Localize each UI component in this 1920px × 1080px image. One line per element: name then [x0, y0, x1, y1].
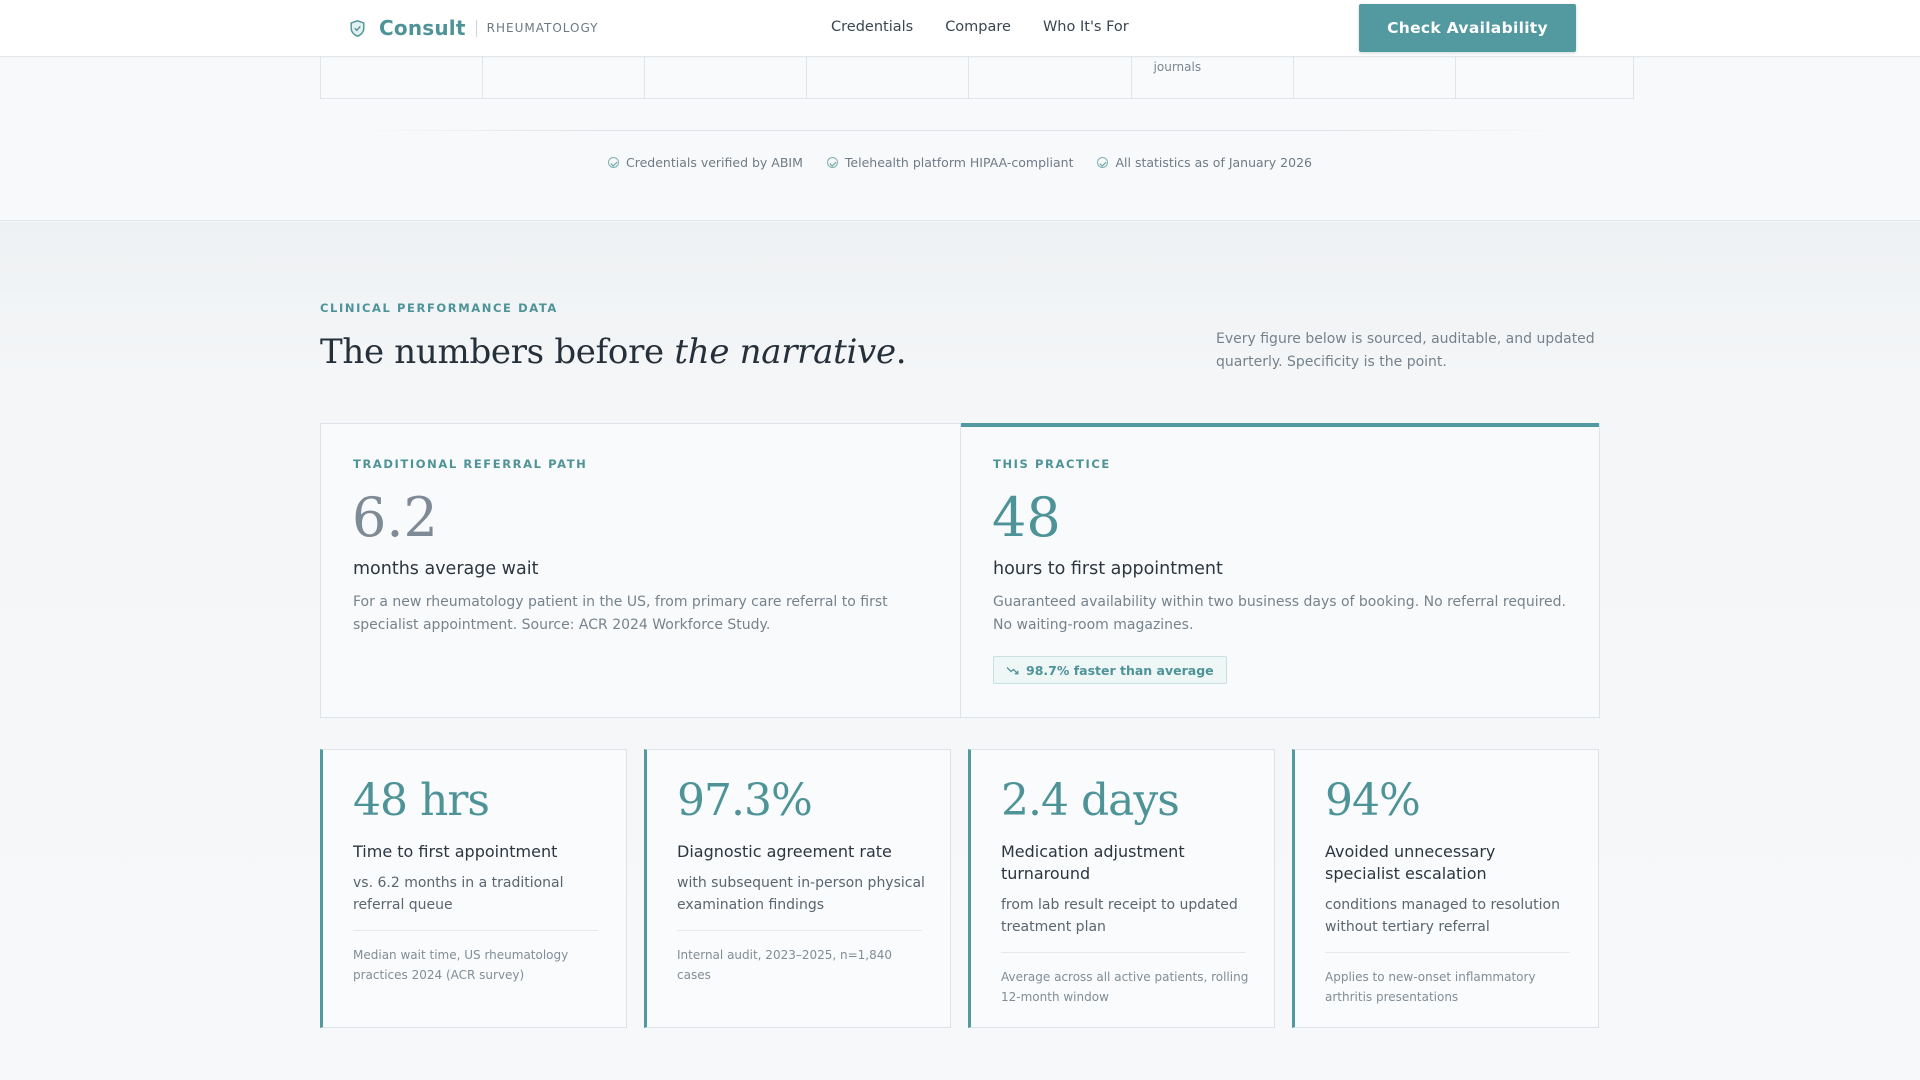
stat-title: Medication adjustment turnaround	[1001, 842, 1185, 883]
brand-name: Consult	[379, 16, 466, 40]
stat-card: 97.3% Diagnostic agreement rate with sub…	[644, 749, 951, 1028]
stat-footnote: Median wait time, US rheumatology practi…	[353, 948, 569, 982]
trend-down-icon	[1006, 666, 1019, 674]
shield-icon	[350, 19, 365, 37]
stat-value: 48 hrs	[353, 775, 490, 826]
practice-column: THIS PRACTICE 48 hours to first appointm…	[961, 423, 1599, 716]
stat-value: 94%	[1325, 775, 1421, 826]
comparison-panel: TRADITIONAL REFERRAL PATH 6.2 months ave…	[320, 423, 1600, 718]
practice-label: hours to first appointment	[993, 559, 1223, 579]
nav-link-compare[interactable]: Compare	[945, 19, 1011, 35]
stat-description: with subsequent in-person physical exami…	[677, 875, 925, 913]
check-circle-icon	[826, 157, 838, 168]
nav-links: Credentials Compare Who It's For	[831, 19, 1129, 35]
check-circle-icon	[608, 157, 619, 168]
column-eyebrow: THIS PRACTICE	[993, 457, 1111, 471]
brand-logo[interactable]: Consult RHEUMATOLOGY	[350, 14, 599, 42]
stat-card: 94% Avoided unnecessary specialist escal…	[1292, 749, 1599, 1028]
practice-description: Guaranteed availability within two busin…	[993, 594, 1566, 633]
trust-item-label: Credentials verified by ABIM	[626, 155, 803, 170]
stat-cards: 48 hrs Time to first appointment vs. 6.2…	[320, 749, 1600, 1028]
stat-title: Time to first appointment	[353, 842, 558, 861]
trust-item: All statistics as of January 2026	[1097, 155, 1312, 170]
section-title: The numbers before the narrative.	[320, 332, 907, 372]
trust-row: Credentials verified by ABIM Telehealth …	[0, 155, 1920, 170]
divider	[353, 930, 598, 931]
stat-description: vs. 6.2 months in a traditional referral…	[353, 875, 564, 913]
credential-cell-text: journals	[1153, 60, 1202, 74]
trust-item: Telehealth platform HIPAA-compliant	[826, 155, 1074, 170]
traditional-value: 6.2	[352, 486, 438, 549]
traditional-label: months average wait	[353, 559, 539, 579]
brand-subtitle: RHEUMATOLOGY	[486, 21, 599, 35]
section-eyebrow: CLINICAL PERFORMANCE DATA	[320, 301, 558, 315]
traditional-column: TRADITIONAL REFERRAL PATH 6.2 months ave…	[321, 424, 961, 717]
stat-card: 48 hrs Time to first appointment vs. 6.2…	[320, 749, 627, 1028]
stat-value: 97.3%	[677, 775, 813, 826]
stat-value: 2.4 days	[1001, 775, 1180, 826]
check-availability-button[interactable]: Check Availability	[1359, 4, 1576, 52]
brand-divider	[475, 19, 477, 37]
divider	[1001, 952, 1246, 953]
stat-title: Diagnostic agreement rate	[677, 842, 892, 861]
check-circle-icon	[1097, 157, 1109, 168]
divider	[1325, 952, 1570, 953]
stat-footnote: Internal audit, 2023–2025, n=1,840 cases	[677, 948, 893, 982]
divider	[360, 130, 1560, 131]
divider	[677, 930, 922, 931]
stat-description: from lab result receipt to updated treat…	[1001, 897, 1238, 935]
trust-item: Credentials verified by ABIM	[608, 155, 803, 170]
title-end: .	[895, 332, 907, 372]
nav-link-who-its-for[interactable]: Who It's For	[1043, 19, 1129, 35]
trust-item-label: Telehealth platform HIPAA-compliant	[844, 155, 1074, 170]
nav-link-credentials[interactable]: Credentials	[831, 19, 913, 35]
navbar: Consult RHEUMATOLOGY Credentials Compare…	[0, 0, 1920, 57]
badge-label: 98.7% faster than average	[1026, 662, 1214, 678]
trust-item-label: All statistics as of January 2026	[1115, 155, 1312, 170]
practice-value: 48	[992, 486, 1061, 549]
faster-badge: 98.7% faster than average	[993, 656, 1227, 684]
title-italic: the narrative	[674, 332, 896, 372]
performance-section: CLINICAL PERFORMANCE DATA The numbers be…	[0, 222, 1920, 1080]
stat-description: conditions managed to resolution without…	[1325, 897, 1560, 935]
title-plain: The numbers before	[320, 332, 675, 372]
traditional-description: For a new rheumatology patient in the US…	[353, 594, 888, 633]
stat-card: 2.4 days Medication adjustment turnaroun…	[968, 749, 1275, 1028]
stat-title: Avoided unnecessary specialist escalatio…	[1325, 842, 1496, 883]
stat-footnote: Average across all active patients, roll…	[1001, 970, 1249, 1004]
column-eyebrow: TRADITIONAL REFERRAL PATH	[353, 457, 588, 471]
stat-footnote: Applies to new-onset inflammatory arthri…	[1325, 970, 1536, 1004]
section-note: Every figure below is sourced, auditable…	[1216, 331, 1595, 370]
